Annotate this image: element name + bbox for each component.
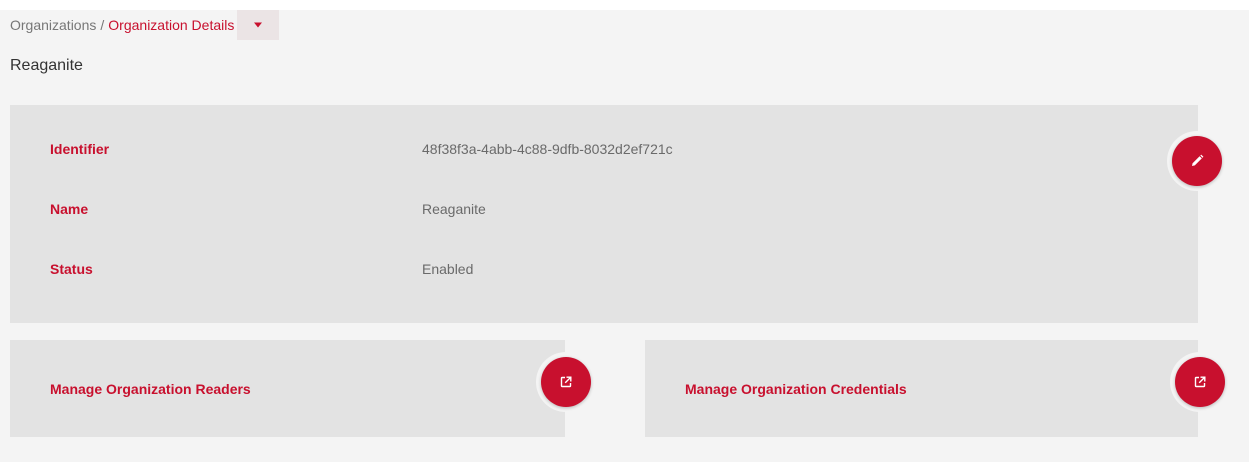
- credentials-link-wrapper: [1170, 352, 1230, 412]
- manage-credentials-card[interactable]: Manage Organization Credentials: [645, 340, 1198, 437]
- breadcrumb-current: Organization Details: [108, 17, 235, 33]
- name-row: Name Reaganite: [50, 201, 486, 217]
- edit-organization-button[interactable]: [1172, 136, 1222, 186]
- name-value: Reaganite: [422, 201, 486, 217]
- status-label: Status: [50, 261, 93, 277]
- breadcrumb-dropdown-button[interactable]: [237, 10, 280, 40]
- status-row: Status Enabled: [50, 261, 473, 277]
- breadcrumb: Organizations / Organization Details: [10, 10, 280, 40]
- manage-readers-label: Manage Organization Readers: [50, 380, 251, 397]
- breadcrumb-organizations-link[interactable]: Organizations: [10, 17, 96, 33]
- manage-credentials-label: Manage Organization Credentials: [685, 380, 907, 397]
- pencil-icon: [1192, 154, 1204, 166]
- name-label: Name: [50, 201, 89, 217]
- edit-button-wrapper: [1167, 131, 1227, 191]
- breadcrumb-separator: /: [100, 17, 105, 33]
- identifier-label: Identifier: [50, 141, 110, 157]
- manage-readers-card[interactable]: Manage Organization Readers: [10, 340, 565, 437]
- external-link-icon: [1194, 376, 1206, 388]
- caret-down-icon: [254, 22, 263, 28]
- external-link-icon: [560, 376, 572, 388]
- page-content: Organizations / Organization Details Rea…: [0, 10, 1249, 462]
- readers-link-wrapper: [536, 352, 596, 412]
- identifier-row: Identifier 48f38f3a-4abb-4c88-9dfb-8032d…: [50, 141, 673, 157]
- status-value: Enabled: [422, 261, 474, 277]
- page-title: Reaganite: [10, 57, 83, 74]
- open-credentials-button[interactable]: [1175, 357, 1225, 407]
- open-readers-button[interactable]: [541, 357, 591, 407]
- organization-details-card: Identifier 48f38f3a-4abb-4c88-9dfb-8032d…: [10, 105, 1198, 323]
- identifier-value: 48f38f3a-4abb-4c88-9dfb-8032d2ef721c: [422, 141, 673, 157]
